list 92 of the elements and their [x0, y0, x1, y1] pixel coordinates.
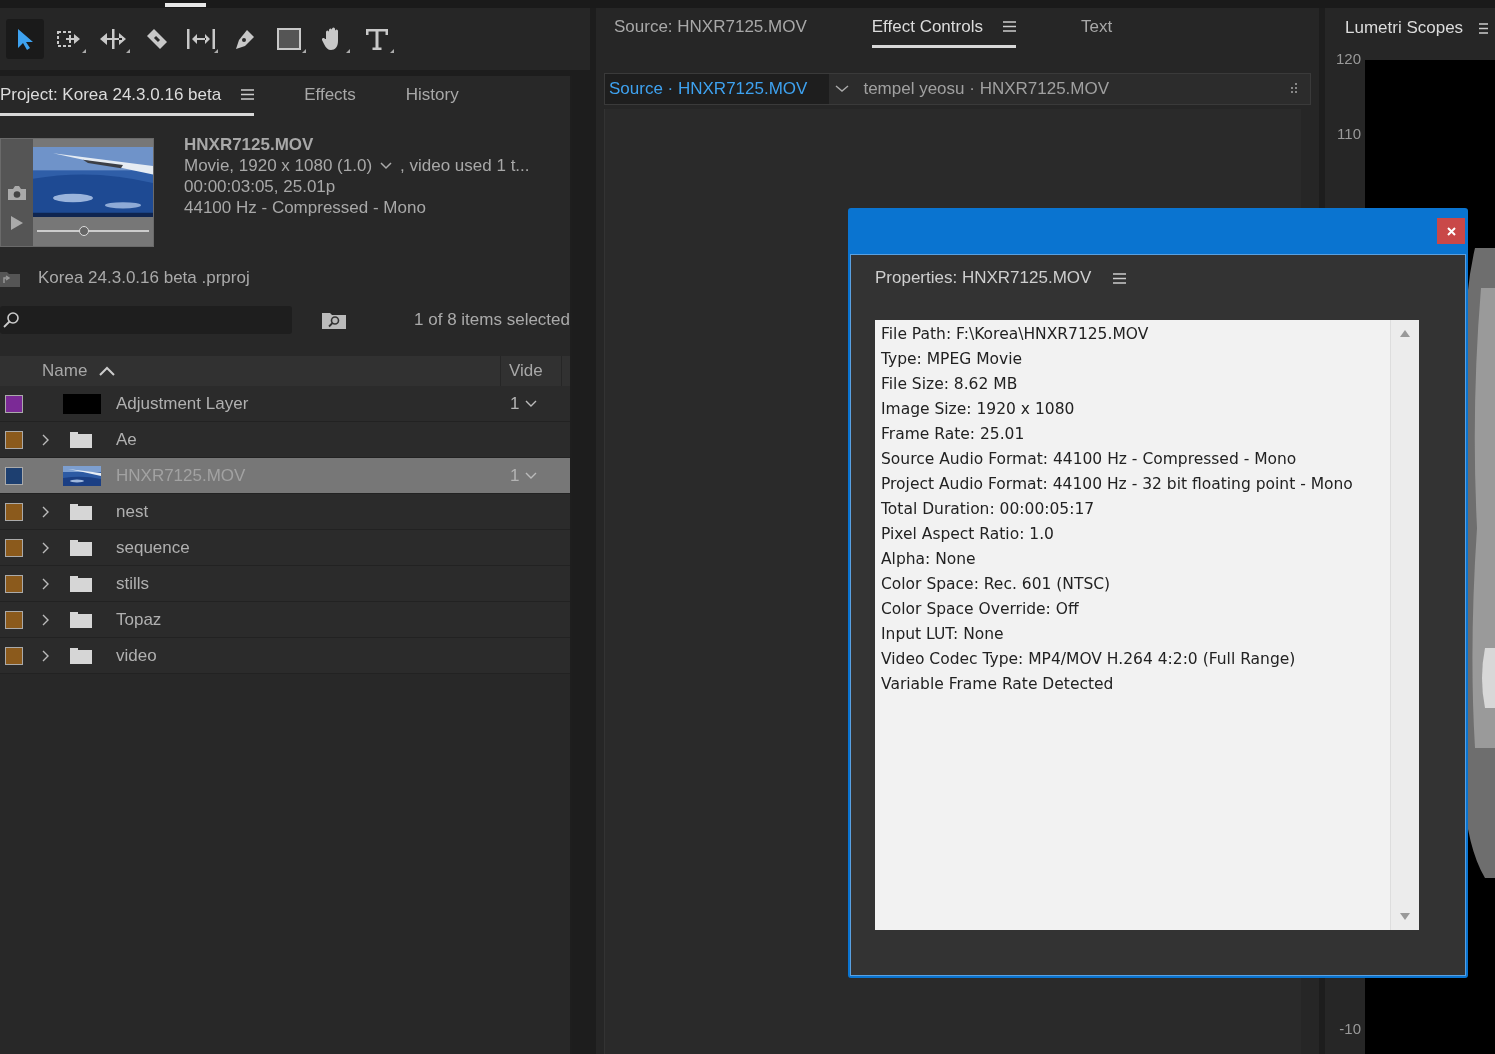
property-line: File Size: 8.62 MB — [881, 374, 1019, 395]
slip-arrows-icon — [185, 27, 217, 51]
property-line: Frame Rate: 25.01 — [881, 424, 1026, 445]
selection-count: 1 of 8 items selected — [414, 310, 570, 330]
razor-blade-icon — [145, 27, 169, 51]
workspace-indicator — [165, 3, 206, 7]
folder-icon — [70, 539, 92, 556]
property-line: Type: MPEG Movie — [881, 349, 1024, 370]
folder-search-icon[interactable] — [322, 311, 346, 329]
type-tool-icon — [364, 27, 390, 51]
clip-format: Movie, 1920 x 1080 (1.0) — [184, 155, 373, 176]
clip-name: HNXR7125.MOV — [184, 134, 315, 155]
column-header[interactable]: Vide — [509, 361, 543, 381]
panel-tab[interactable]: Project: Korea 24.3.0.16 beta — [0, 76, 255, 116]
chevron-right-icon[interactable] — [41, 649, 50, 662]
folder-icon — [70, 431, 92, 448]
grip-icon[interactable] — [1290, 83, 1298, 95]
label-color-swatch[interactable] — [5, 394, 23, 413]
folder-up-icon[interactable] — [0, 269, 20, 287]
property-line: Video Codec Type: MP4/MOV H.264 4:2:0 (Full Range) — [881, 649, 1297, 670]
property-line: Image Size: 1920 x 1080 — [881, 399, 1076, 420]
panel-tab[interactable]: History — [405, 76, 459, 116]
video-usage-count: 1 — [510, 465, 520, 486]
clip-usage: , video used 1 t... — [400, 155, 530, 176]
sequence-clip-name: tempel yeosu · HNXR7125.MOV — [863, 79, 1110, 99]
project-file-name: Korea 24.3.0.16 beta .prproj — [38, 268, 250, 288]
source-clip-tab[interactable]: Source · HNXR7125.MOV — [605, 74, 830, 104]
close-button[interactable] — [1437, 218, 1465, 244]
label-color-swatch[interactable] — [5, 646, 23, 665]
menu-icon[interactable] — [1002, 21, 1016, 32]
folder-icon — [70, 575, 92, 592]
label-color-swatch[interactable] — [5, 610, 23, 629]
search-field[interactable] — [0, 306, 292, 334]
property-line: Source Audio Format: 44100 Hz - Compressed - Mono — [881, 449, 1298, 470]
column-header[interactable]: Name — [42, 361, 88, 381]
menu-icon[interactable] — [241, 89, 255, 100]
folder-icon — [70, 611, 92, 628]
chevron-right-icon[interactable] — [41, 613, 50, 626]
axis-tick-label: -10 — [1339, 1020, 1361, 1037]
camera-icon[interactable] — [7, 184, 27, 201]
play-icon[interactable] — [10, 214, 24, 231]
menu-icon[interactable] — [1479, 22, 1489, 34]
panel-title: Lumetri Scopes — [1345, 18, 1464, 38]
folder-icon — [70, 503, 92, 520]
chevron-right-icon[interactable] — [41, 505, 50, 518]
property-line: Pixel Aspect Ratio: 1.0 — [881, 524, 1055, 545]
property-line: Project Audio Format: 44100 Hz - 32 bit floating point - Mono — [881, 474, 1354, 495]
pen-nib-icon — [233, 27, 257, 51]
clip-audio: 44100 Hz - Compressed - Mono — [184, 197, 427, 218]
clip-duration: 00:00:03:05, 25.01p — [184, 176, 337, 197]
item-name: sequence — [116, 537, 191, 558]
property-line: Alpha: None — [881, 549, 977, 570]
dashed-box-arrow-icon — [56, 28, 82, 50]
chevron-right-icon[interactable] — [41, 433, 50, 446]
label-color-swatch[interactable] — [5, 574, 23, 593]
video-usage-count: 1 — [510, 393, 520, 414]
axis-tick-label: 120 — [1335, 50, 1361, 67]
label-color-swatch[interactable] — [5, 466, 23, 485]
layer-thumbnail — [63, 393, 101, 414]
folder-icon — [70, 647, 92, 664]
search-icon — [2, 311, 20, 329]
chevron-right-icon[interactable] — [41, 577, 50, 590]
item-name: stills — [116, 573, 151, 594]
menu-icon[interactable] — [1113, 272, 1127, 284]
property-line: File Path: F:\Korea\HNXR7125.MOV — [881, 324, 1150, 345]
property-line: Variable Frame Rate Detected — [881, 674, 1115, 695]
panel-tab[interactable]: Text — [1080, 8, 1113, 48]
property-line: Color Space: Rec. 601 (NTSC) — [881, 574, 1112, 595]
chevron-down-icon[interactable] — [835, 85, 850, 93]
axis-tick-label: 110 — [1337, 125, 1361, 142]
split-arrows-icon — [98, 27, 128, 51]
label-color-swatch[interactable] — [5, 430, 23, 449]
item-name: Adjustment Layer — [116, 393, 250, 414]
panel-tab[interactable]: Source: HNXR7125.MOV — [614, 8, 807, 48]
item-name: nest — [116, 501, 150, 522]
rectangle-icon — [276, 27, 302, 51]
chevron-down-icon[interactable] — [525, 399, 538, 408]
chevron-right-icon[interactable] — [41, 541, 50, 554]
close-icon — [1446, 226, 1456, 236]
panel-tab[interactable]: Effects — [304, 76, 356, 116]
tool-button[interactable] — [6, 19, 44, 59]
item-name: video — [116, 645, 158, 666]
panel-tab[interactable]: Effect Controls — [871, 8, 1016, 48]
dialog-panel-title: Properties: HNXR7125.MOV — [875, 268, 1092, 288]
item-name: Ae — [116, 429, 138, 450]
chevron-down-icon[interactable] — [380, 161, 393, 170]
property-line: Input LUT: None — [881, 624, 1005, 645]
label-color-swatch[interactable] — [5, 502, 23, 521]
property-line: Color Space Override: Off — [881, 599, 1080, 620]
label-color-swatch[interactable] — [5, 538, 23, 557]
property-line: Total Duration: 00:00:05:17 — [881, 499, 1096, 520]
item-name: Topaz — [116, 609, 163, 630]
